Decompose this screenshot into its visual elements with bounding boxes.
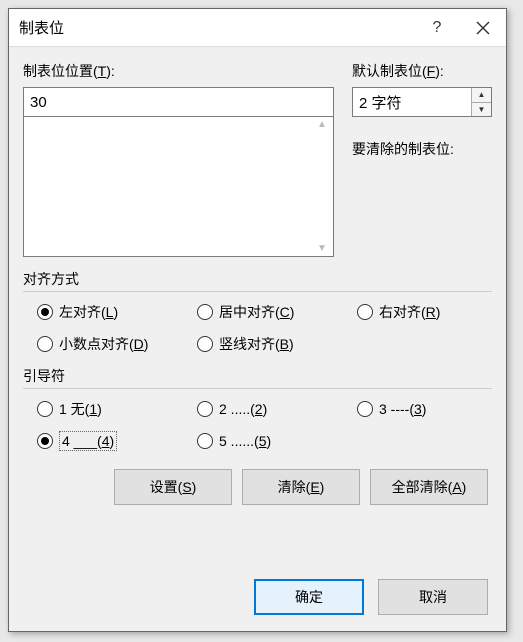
divider [23,388,492,389]
align-left-radio[interactable]: 左对齐(L) [37,302,197,322]
align-bar-radio[interactable]: 竖线对齐(B) [197,334,357,354]
leader-group: 引导符 1 无(1) 2 .....(2) 3 ----(3) 4 ___(4 [23,366,492,451]
help-button[interactable]: ? [414,9,460,47]
radio-icon [37,336,53,352]
radio-icon [197,304,213,320]
listbox-scrollbar[interactable]: ▲ ▼ [313,119,331,254]
leader-4-underline-radio[interactable]: 4 ___(4) [37,431,197,451]
tabs-to-clear-label: 要清除的制表位: [352,139,492,159]
tab-position-listbox[interactable]: ▲ ▼ [23,117,334,257]
radio-icon [197,433,213,449]
align-center-radio[interactable]: 居中对齐(C) [197,302,357,322]
radio-icon [37,304,53,320]
cancel-button[interactable]: 取消 [378,579,488,615]
tab-position-label: 制表位位置(T): [23,61,334,81]
alignment-group: 对齐方式 左对齐(L) 居中对齐(C) 右对齐(R) 小数点对齐(D) [23,269,492,354]
radio-icon [357,401,373,417]
spinner-down-icon[interactable]: ▼ [472,103,491,117]
spinner-up-icon[interactable]: ▲ [472,88,491,103]
dialog-body: 制表位位置(T): ▲ ▼ 默认制表位(F): 2 字符 ▲ [9,47,506,519]
leader-3-dashes-radio[interactable]: 3 ----(3) [357,399,497,419]
scroll-down-icon[interactable]: ▼ [317,243,327,254]
close-icon [476,21,490,35]
default-tab-spinner[interactable]: 2 字符 ▲ ▼ [352,87,492,117]
ok-button[interactable]: 确定 [254,579,364,615]
alignment-title: 对齐方式 [23,269,492,289]
align-right-radio[interactable]: 右对齐(R) [357,302,497,322]
radio-icon [197,401,213,417]
divider [23,291,492,292]
leader-2-dots-radio[interactable]: 2 .....(2) [197,399,357,419]
radio-icon [37,433,53,449]
align-decimal-radio[interactable]: 小数点对齐(D) [37,334,197,354]
radio-icon [357,304,373,320]
tab-position-input[interactable] [23,87,334,117]
close-button[interactable] [460,9,506,47]
leader-1-none-radio[interactable]: 1 无(1) [37,399,197,419]
radio-icon [37,401,53,417]
title-bar: 制表位 ? [9,9,506,47]
clear-all-button[interactable]: 全部清除(A) [370,469,488,505]
dialog-title: 制表位 [19,17,414,38]
leader-title: 引导符 [23,366,492,386]
leader-5-dots2-radio[interactable]: 5 ......(5) [197,431,357,451]
default-tab-label: 默认制表位(F): [352,61,492,81]
clear-button[interactable]: 清除(E) [242,469,360,505]
default-tab-value[interactable]: 2 字符 [353,88,471,116]
radio-icon [197,336,213,352]
scroll-up-icon[interactable]: ▲ [317,119,327,130]
set-button[interactable]: 设置(S) [114,469,232,505]
tabs-dialog: 制表位 ? 制表位位置(T): ▲ ▼ 默认制表位 [8,8,507,632]
